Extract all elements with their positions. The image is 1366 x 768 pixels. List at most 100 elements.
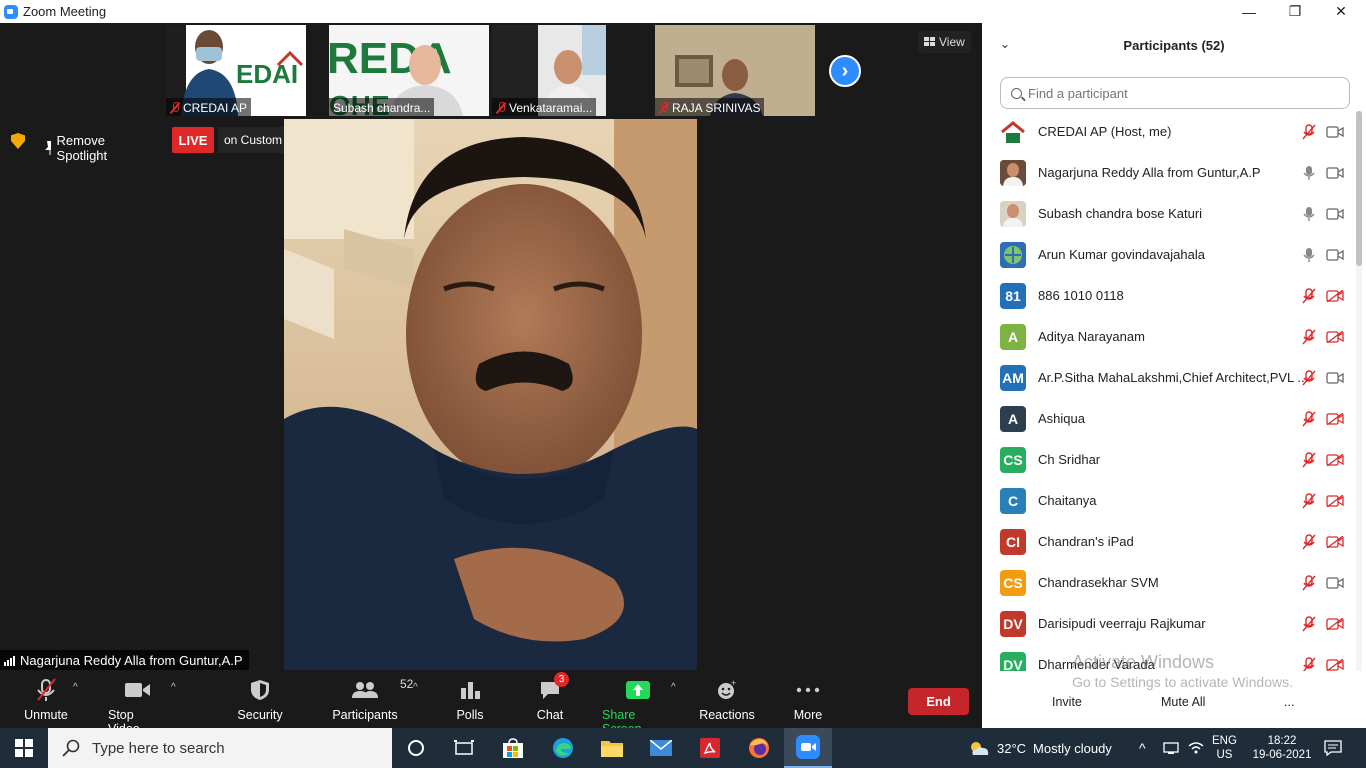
firefox-app[interactable] [735,728,783,768]
audio-options-caret-icon[interactable]: ^ [73,682,78,693]
participant-row[interactable]: A Ashiqua [982,398,1356,439]
mic-muted-icon[interactable] [1302,534,1316,550]
video-camera-icon[interactable] [1326,167,1344,179]
system-clock[interactable]: 18:22 19-06-2021 [1251,728,1313,768]
participant-name: Arun Kumar govindavajahala [1038,247,1205,262]
minimize-button[interactable]: — [1226,0,1272,23]
mic-icon[interactable] [1302,165,1316,181]
video-options-caret-icon[interactable]: ^ [171,682,176,693]
language-indicator[interactable]: ENG US [1212,728,1237,768]
video-camera-icon[interactable] [1326,208,1344,220]
video-off-icon[interactable] [1326,290,1344,302]
close-window-button[interactable]: ✕ [1318,0,1364,23]
video-off-icon[interactable] [1326,659,1344,671]
participant-row[interactable]: Nagarjuna Reddy Alla from Guntur,A.P [982,152,1356,193]
mic-muted-icon[interactable] [1302,616,1316,632]
mic-muted-icon[interactable] [1302,124,1316,140]
panel-more-button[interactable]: ... [1284,687,1294,717]
edge-browser-app[interactable] [539,728,587,768]
notifications-button[interactable] [1324,728,1342,768]
mic-muted-icon[interactable] [1302,370,1316,386]
participant-row[interactable]: Subash chandra bose Katuri [982,193,1356,234]
mic-muted-icon[interactable] [1302,575,1316,591]
chat-bubble-icon: 3 [539,672,569,702]
participant-row[interactable]: 81 886 1010 0118 [982,275,1356,316]
network-tray-icon-area[interactable] [1163,728,1179,768]
windows-logo-icon [15,739,33,757]
file-explorer-app[interactable] [588,728,636,768]
mic-muted-icon[interactable] [1302,288,1316,304]
participants-button[interactable]: 52 Participants [332,677,413,722]
participant-row[interactable]: DV Darisipudi veerraju Rajkumar [982,603,1356,644]
video-off-icon[interactable] [1326,454,1344,466]
mic-muted-icon[interactable] [1302,493,1316,509]
participant-name: Nagarjuna Reddy Alla from Guntur,A.P [1038,165,1261,180]
live-badge[interactable]: LIVE [172,127,214,153]
reactions-button[interactable]: + Reactions [699,678,755,722]
acrobat-reader-app[interactable] [686,728,734,768]
participant-row[interactable]: DV Dharmender Varada [982,644,1356,671]
video-thumbnail[interactable]: Venkataramai... [492,25,606,116]
participant-row[interactable]: CI Chandran's iPad [982,521,1356,562]
start-button[interactable] [0,728,48,768]
participant-search-box[interactable] [1000,77,1350,109]
scrollbar-thumb[interactable] [1356,111,1362,266]
invite-button[interactable]: Invite [1052,687,1082,717]
taskbar-search-box[interactable]: Type here to search [48,728,392,768]
participant-list-scrollbar[interactable] [1356,111,1362,671]
microsoft-store-app[interactable] [489,728,537,768]
spotlight-video[interactable] [284,119,697,670]
participant-search-input[interactable] [1028,85,1328,101]
video-off-icon[interactable] [1326,618,1344,630]
view-button[interactable]: View [918,31,971,53]
mic-muted-icon[interactable] [1302,657,1316,671]
mic-muted-icon[interactable] [1302,411,1316,427]
video-off-icon[interactable] [1326,413,1344,425]
task-view-button[interactable] [440,728,488,768]
participant-row[interactable]: A Aditya Narayanam [982,316,1356,357]
mic-icon[interactable] [1302,247,1316,263]
end-meeting-button[interactable]: End [908,688,969,715]
video-thumbnail[interactable]: REDA OHE DI Subash chandra... [329,25,489,116]
video-camera-icon[interactable] [1326,577,1344,589]
remove-spotlight-button[interactable]: Remove Spotlight [44,133,113,163]
participant-row[interactable]: AM Ar.P.Sitha MahaLakshmi,Chief Architect… [982,357,1356,398]
mail-app[interactable] [637,728,685,768]
title-bar: Zoom Meeting — ❐ ✕ [0,0,1366,23]
participants-options-caret-icon[interactable]: ^ [413,682,418,693]
participant-row[interactable]: CS Chandrasekhar SVM [982,562,1356,603]
mute-all-button[interactable]: Mute All [1161,687,1205,717]
zoom-app-taskbar[interactable] [784,728,832,768]
unmute-button[interactable]: Unmute [24,678,68,722]
video-camera-icon[interactable] [1326,249,1344,261]
encryption-shield-icon[interactable] [11,133,25,149]
video-camera-icon[interactable] [1326,372,1344,384]
video-thumbnail[interactable]: EDAI CREDAI AP [166,25,306,116]
windows-taskbar: Type here to search 32°C Mostly cloudy ^… [0,728,1366,768]
participant-row[interactable]: C Chaitanya [982,480,1356,521]
share-options-caret-icon[interactable]: ^ [671,682,676,693]
security-button[interactable]: Security [237,678,283,722]
video-off-icon[interactable] [1326,536,1344,548]
mic-muted-icon[interactable] [1302,329,1316,345]
mic-muted-icon[interactable] [1302,452,1316,468]
polls-button[interactable]: Polls [455,678,485,722]
show-hidden-icons-button[interactable]: ^ [1139,728,1146,768]
weather-widget[interactable]: 32°C Mostly cloudy [968,728,1112,768]
mic-icon[interactable] [1302,206,1316,222]
video-thumbnail[interactable]: RAJA SRINIVAS [655,25,815,116]
maximize-button[interactable]: ❐ [1272,0,1318,23]
wifi-tray-button[interactable] [1188,728,1204,768]
cortana-button[interactable] [392,728,440,768]
collapse-chevron-icon[interactable]: ⌄ [1000,37,1010,51]
participant-row[interactable]: Arun Kumar govindavajahala [982,234,1356,275]
next-page-button[interactable]: › [829,55,861,87]
video-off-icon[interactable] [1326,331,1344,343]
chat-button[interactable]: 3 Chat [536,672,569,722]
video-off-icon[interactable] [1326,495,1344,507]
remove-spotlight-label: Remove Spotlight [56,133,108,163]
participant-row[interactable]: CS Ch Sridhar [982,439,1356,480]
more-button[interactable]: More [792,678,824,722]
participant-row[interactable]: CREDAI AP (Host, me) [982,111,1356,152]
video-camera-icon[interactable] [1326,126,1344,138]
